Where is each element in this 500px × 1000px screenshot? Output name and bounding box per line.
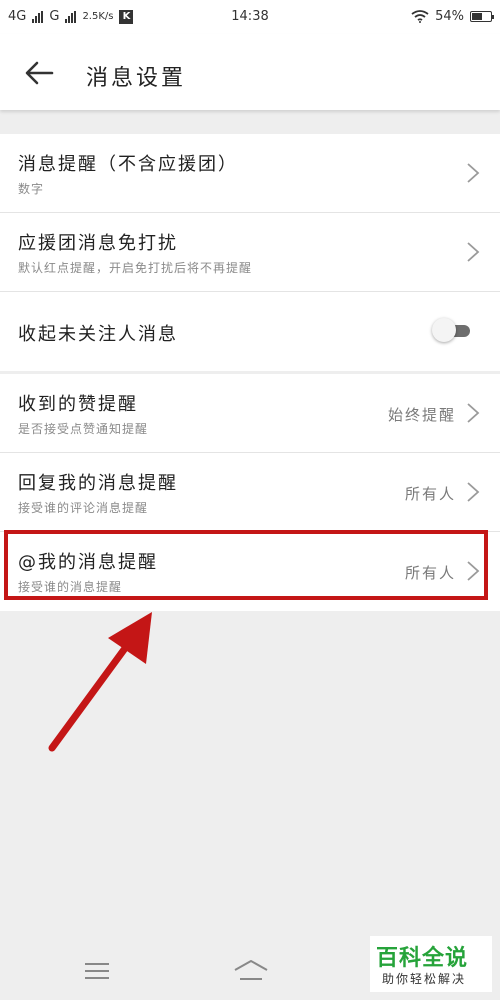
settings-group-1: 消息提醒（不含应援团） 数字 应援团消息免打扰 默认红点提醒，开启免打扰后将不再… bbox=[0, 134, 500, 371]
highlight-box bbox=[4, 530, 488, 600]
row-value: 始终提醒 bbox=[387, 406, 456, 424]
setting-row-reply-reminder[interactable]: 回复我的消息提醒 接受谁的评论消息提醒 所有人 bbox=[0, 453, 500, 532]
status-bar: 4G G 2.5K/s K 14:38 54% bbox=[0, 0, 500, 34]
arrow-left-icon[interactable] bbox=[22, 58, 56, 88]
watermark-title: 百科全说 bbox=[376, 946, 469, 971]
setting-row-fan-group-dnd[interactable]: 应援团消息免打扰 默认红点提醒，开启免打扰后将不再提醒 bbox=[0, 213, 500, 292]
battery-percent: 54% bbox=[435, 9, 464, 24]
row-subtitle: 默认红点提醒，开启免打扰后将不再提醒 bbox=[18, 261, 253, 275]
status-right: 54% bbox=[411, 9, 494, 24]
wifi-icon bbox=[411, 10, 429, 23]
setting-row-likes-reminder[interactable]: 收到的赞提醒 是否接受点赞通知提醒 始终提醒 bbox=[0, 374, 500, 453]
row-subtitle: 接受谁的评论消息提醒 bbox=[18, 501, 149, 515]
chevron-right-icon bbox=[467, 482, 480, 502]
watermark-logo: 百科全说 助你轻松解决 bbox=[370, 936, 492, 992]
menu-icon[interactable] bbox=[84, 962, 110, 980]
row-title: 回复我的消息提醒 bbox=[18, 473, 178, 494]
chevron-right-icon bbox=[467, 403, 480, 423]
row-title: 收到的赞提醒 bbox=[18, 394, 138, 415]
watermark-subtitle: 助你轻松解决 bbox=[382, 972, 467, 986]
battery-fill bbox=[472, 13, 482, 20]
setting-row-collapse-unfollowed: 收起未关注人消息 bbox=[0, 292, 500, 371]
app-header: 消息设置 bbox=[0, 34, 500, 110]
page-title: 消息设置 bbox=[86, 66, 187, 91]
battery-icon bbox=[470, 11, 494, 22]
chevron-right-icon bbox=[467, 163, 480, 183]
row-title: 应援团消息免打扰 bbox=[18, 233, 178, 254]
setting-row-message-reminder[interactable]: 消息提醒（不含应援团） 数字 bbox=[0, 134, 500, 213]
row-value: 所有人 bbox=[404, 485, 456, 503]
row-subtitle: 数字 bbox=[18, 182, 45, 196]
row-title: 消息提醒（不含应援团） bbox=[18, 154, 238, 175]
row-title: 收起未关注人消息 bbox=[18, 324, 178, 345]
collapse-unfollowed-toggle[interactable] bbox=[432, 318, 470, 342]
toggle-knob bbox=[432, 318, 456, 342]
home-icon[interactable] bbox=[232, 958, 270, 982]
chevron-right-icon bbox=[467, 242, 480, 262]
row-subtitle: 是否接受点赞通知提醒 bbox=[18, 422, 149, 436]
